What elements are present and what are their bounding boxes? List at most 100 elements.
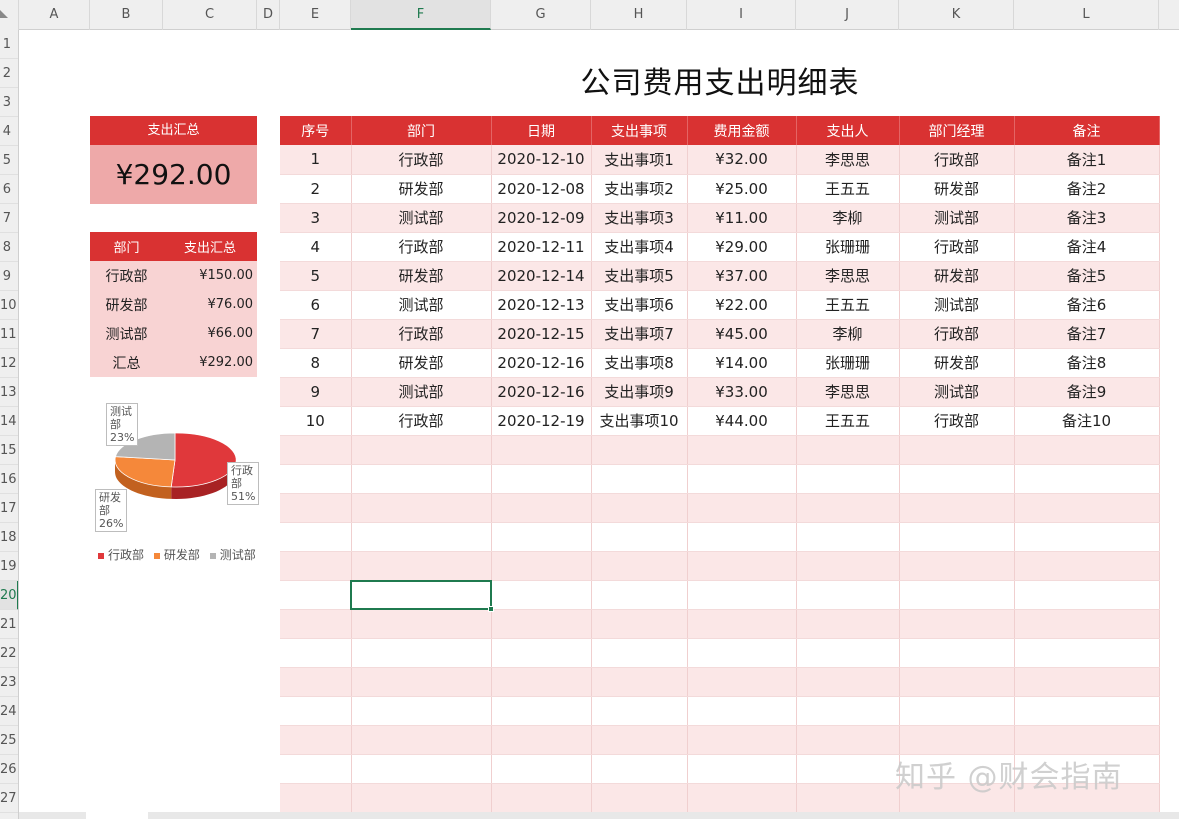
dept-summary-total-cell[interactable]: ¥292.00 xyxy=(163,348,257,377)
detail-cell-date[interactable]: 2020-12-14 xyxy=(491,261,592,291)
detail-cell-item[interactable]: 支出事项3 xyxy=(591,203,688,233)
detail-cell-remark[interactable] xyxy=(1014,493,1160,523)
detail-cell-manager[interactable] xyxy=(899,638,1015,668)
detail-cell-item[interactable]: 支出事项6 xyxy=(591,290,688,320)
detail-cell-amount[interactable]: ¥44.00 xyxy=(687,406,797,436)
detail-cell-payer[interactable] xyxy=(796,435,900,465)
detail-cell-item[interactable] xyxy=(591,754,688,784)
summary-card-value[interactable]: ¥292.00 xyxy=(90,145,257,204)
detail-cell-date[interactable] xyxy=(491,609,592,639)
detail-cell-payer[interactable] xyxy=(796,696,900,726)
row-header-27[interactable]: 27 xyxy=(0,784,18,813)
detail-cell-item[interactable] xyxy=(591,609,688,639)
row-header-2[interactable]: 2 xyxy=(0,59,18,88)
detail-cell-remark[interactable] xyxy=(1014,667,1160,697)
row-header-5[interactable]: 5 xyxy=(0,146,18,175)
detail-cell-date[interactable] xyxy=(491,667,592,697)
detail-cell-manager[interactable] xyxy=(899,580,1015,610)
detail-cell-manager[interactable] xyxy=(899,609,1015,639)
detail-header-seq[interactable]: 序号 xyxy=(280,116,352,145)
detail-cell-seq[interactable]: 3 xyxy=(280,203,352,233)
detail-cell-amount[interactable] xyxy=(687,609,797,639)
detail-cell-remark[interactable] xyxy=(1014,551,1160,581)
column-header-C[interactable]: C xyxy=(163,0,257,30)
detail-header-amount[interactable]: 费用金额 xyxy=(687,116,797,145)
detail-cell-payer[interactable] xyxy=(796,725,900,755)
detail-header-dept[interactable]: 部门 xyxy=(351,116,492,145)
detail-cell-date[interactable] xyxy=(491,638,592,668)
row-header-14[interactable]: 14 xyxy=(0,407,18,436)
detail-cell-payer[interactable]: 李柳 xyxy=(796,203,900,233)
row-header-1[interactable]: 1 xyxy=(0,30,18,59)
summary-card-header[interactable]: 支出汇总 xyxy=(90,116,257,145)
detail-cell-date[interactable] xyxy=(491,783,592,813)
detail-cell-date[interactable] xyxy=(491,580,592,610)
detail-cell-amount[interactable]: ¥11.00 xyxy=(687,203,797,233)
detail-cell-payer[interactable]: 王五五 xyxy=(796,406,900,436)
detail-cell-item[interactable]: 支出事项2 xyxy=(591,174,688,204)
detail-cell-item[interactable]: 支出事项4 xyxy=(591,232,688,262)
detail-cell-manager[interactable] xyxy=(899,667,1015,697)
detail-cell-payer[interactable] xyxy=(796,580,900,610)
detail-cell-item[interactable] xyxy=(591,696,688,726)
detail-cell-manager[interactable] xyxy=(899,551,1015,581)
detail-cell-seq[interactable]: 9 xyxy=(280,377,352,407)
row-header-16[interactable]: 16 xyxy=(0,465,18,494)
detail-cell-payer[interactable]: 李柳 xyxy=(796,319,900,349)
detail-cell-item[interactable]: 支出事项9 xyxy=(591,377,688,407)
select-all-corner[interactable] xyxy=(0,0,19,30)
detail-cell-seq[interactable] xyxy=(280,783,352,813)
row-header-4[interactable]: 4 xyxy=(0,117,18,146)
detail-cell-date[interactable]: 2020-12-11 xyxy=(491,232,592,262)
pie-chart[interactable]: 测试部 23% 行政部 51% 研发部 26% xyxy=(90,396,260,546)
row-header-19[interactable]: 19 xyxy=(0,552,18,581)
detail-cell-seq[interactable] xyxy=(280,638,352,668)
detail-cell-date[interactable]: 2020-12-10 xyxy=(491,145,592,175)
detail-cell-item[interactable]: 支出事项1 xyxy=(591,145,688,175)
detail-cell-dept[interactable] xyxy=(351,493,492,523)
row-header-23[interactable]: 23 xyxy=(0,668,18,697)
detail-cell-date[interactable] xyxy=(491,435,592,465)
detail-cell-amount[interactable]: ¥37.00 xyxy=(687,261,797,291)
detail-cell-manager[interactable]: 研发部 xyxy=(899,261,1015,291)
dept-summary-header-dept[interactable]: 部门 xyxy=(90,232,163,261)
detail-cell-payer[interactable]: 李思思 xyxy=(796,145,900,175)
detail-cell-manager[interactable]: 研发部 xyxy=(899,174,1015,204)
column-header-F[interactable]: F xyxy=(351,0,491,30)
detail-cell-dept[interactable] xyxy=(351,667,492,697)
detail-cell-dept[interactable] xyxy=(351,464,492,494)
detail-cell-payer[interactable]: 李思思 xyxy=(796,261,900,291)
detail-cell-dept[interactable] xyxy=(351,638,492,668)
detail-cell-date[interactable] xyxy=(491,696,592,726)
detail-cell-payer[interactable] xyxy=(796,551,900,581)
detail-cell-remark[interactable] xyxy=(1014,696,1160,726)
detail-cell-date[interactable] xyxy=(491,464,592,494)
detail-cell-remark[interactable] xyxy=(1014,522,1160,552)
detail-cell-remark[interactable]: 备注4 xyxy=(1014,232,1160,262)
detail-cell-amount[interactable] xyxy=(687,725,797,755)
detail-cell-dept[interactable]: 研发部 xyxy=(351,348,492,378)
detail-cell-remark[interactable]: 备注7 xyxy=(1014,319,1160,349)
detail-cell-remark[interactable]: 备注5 xyxy=(1014,261,1160,291)
detail-cell-manager[interactable]: 行政部 xyxy=(899,232,1015,262)
detail-cell-seq[interactable]: 2 xyxy=(280,174,352,204)
detail-cell-remark[interactable]: 备注9 xyxy=(1014,377,1160,407)
detail-cell-dept[interactable]: 研发部 xyxy=(351,174,492,204)
detail-cell-payer[interactable]: 李思思 xyxy=(796,377,900,407)
detail-cell-remark[interactable] xyxy=(1014,464,1160,494)
detail-cell-date[interactable]: 2020-12-15 xyxy=(491,319,592,349)
detail-cell-seq[interactable]: 7 xyxy=(280,319,352,349)
detail-cell-dept[interactable]: 测试部 xyxy=(351,203,492,233)
detail-cell-item[interactable] xyxy=(591,464,688,494)
detail-cell-date[interactable]: 2020-12-16 xyxy=(491,348,592,378)
detail-header-item[interactable]: 支出事项 xyxy=(591,116,688,145)
row-header-8[interactable]: 8 xyxy=(0,233,18,262)
detail-cell-seq[interactable] xyxy=(280,667,352,697)
detail-cell-date[interactable]: 2020-12-08 xyxy=(491,174,592,204)
detail-cell-item[interactable] xyxy=(591,725,688,755)
row-header-11[interactable]: 11 xyxy=(0,320,18,349)
detail-cell-amount[interactable] xyxy=(687,696,797,726)
row-header-24[interactable]: 24 xyxy=(0,697,18,726)
dept-summary-dept-cell[interactable]: 行政部 xyxy=(90,261,163,290)
detail-cell-seq[interactable] xyxy=(280,551,352,581)
